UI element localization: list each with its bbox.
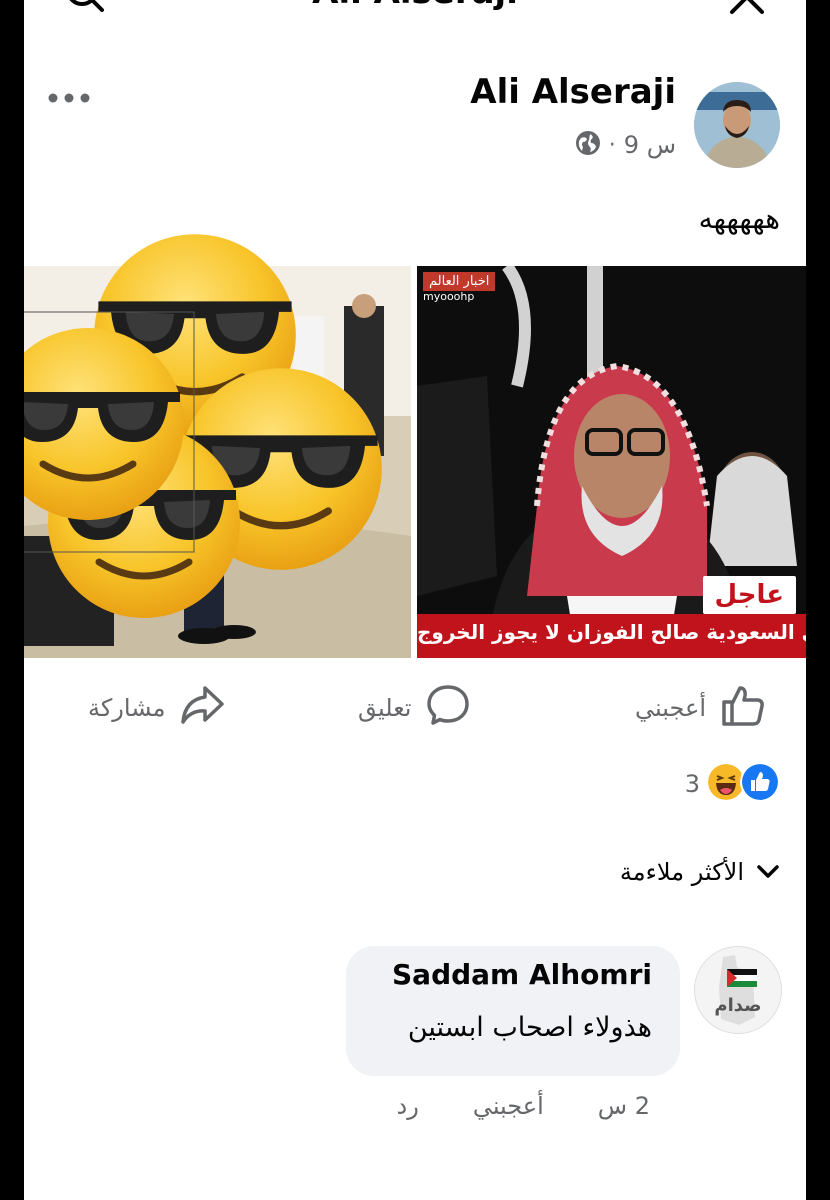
reactions-summary[interactable]: 3 xyxy=(684,762,780,806)
comment-meta: 2 س أعجبني رد xyxy=(397,1092,650,1120)
comment-label: تعليق xyxy=(358,694,412,722)
reaction-count: 3 xyxy=(684,770,700,798)
page-title: Ali Alseraji xyxy=(24,0,806,12)
post-actions: أعجبني تعليق مشاركة xyxy=(24,676,806,740)
comment-sort-dropdown[interactable]: الأكثر ملاءمة xyxy=(620,852,780,892)
search-icon[interactable] xyxy=(60,0,108,16)
post-screen: Ali Alseraji Ali Alseraji · 9 س هههههه xyxy=(24,0,806,1200)
chevron-down-icon xyxy=(756,858,780,886)
comment-icon xyxy=(425,682,471,734)
post-time[interactable]: 9 س xyxy=(624,131,676,159)
share-label: مشاركة xyxy=(88,694,166,722)
news-handle: myooohp xyxy=(423,290,475,303)
comment-button[interactable]: تعليق xyxy=(358,676,471,740)
like-reaction-icon xyxy=(740,762,780,806)
globe-icon[interactable] xyxy=(575,130,601,160)
thumbs-up-icon xyxy=(720,682,766,734)
comment-text: هذولاء اصحاب ابستين xyxy=(407,1012,652,1043)
emoji-covered-photo[interactable] xyxy=(24,266,411,658)
avatar-label: صدام xyxy=(714,995,761,1016)
post-text: هههههه xyxy=(698,202,780,235)
like-button[interactable]: أعجبني xyxy=(635,676,766,740)
more-options-icon[interactable] xyxy=(46,86,92,110)
share-icon xyxy=(179,682,225,734)
commenter-name[interactable]: Saddam Alhomri xyxy=(392,958,652,991)
like-label: أعجبني xyxy=(635,694,706,722)
comment-bubble[interactable]: Saddam Alhomri هذولاء اصحاب ابستين xyxy=(346,946,680,1076)
breaking-label: عاجل xyxy=(702,576,796,614)
author-avatar[interactable] xyxy=(694,82,780,168)
news-ticker: مفتي السعودية صالح الفوزان لا يجوز الخرو… xyxy=(417,614,806,658)
comment-time[interactable]: 2 س xyxy=(598,1092,650,1120)
top-bar: Ali Alseraji xyxy=(24,0,806,16)
news-channel-logo: اخبار العالم xyxy=(423,272,496,291)
news-screenshot[interactable]: اخبار العالم myooohp عاجل مفتي السعودية … xyxy=(417,266,806,658)
post-meta: · 9 س xyxy=(575,128,676,162)
share-button[interactable]: مشاركة xyxy=(88,676,225,740)
post-author-name[interactable]: Ali Alseraji xyxy=(470,72,676,112)
close-icon[interactable] xyxy=(726,0,770,16)
sort-label: الأكثر ملاءمة xyxy=(619,858,744,886)
meta-separator: · xyxy=(608,132,616,158)
comment-like-button[interactable]: أعجبني xyxy=(473,1092,544,1120)
commenter-avatar[interactable]: صدام xyxy=(694,946,782,1034)
comment-reply-button[interactable]: رد xyxy=(397,1092,419,1120)
